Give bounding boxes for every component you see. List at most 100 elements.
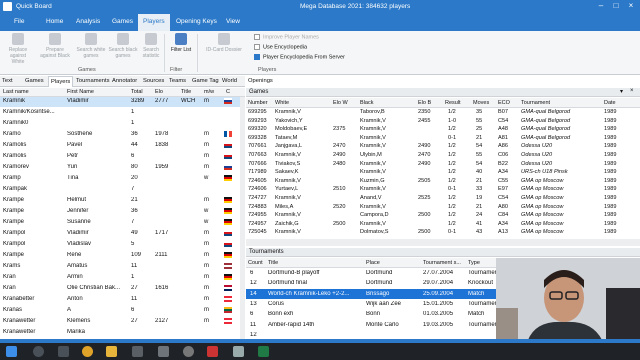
- col-title[interactable]: Title: [268, 260, 278, 266]
- tab-file[interactable]: File: [14, 18, 24, 25]
- tab-game-tag[interactable]: Game Tag: [192, 78, 219, 84]
- app-icon[interactable]: [132, 346, 143, 357]
- player-row[interactable]: Kranawetter Klemens 27 2127 m: [0, 317, 240, 327]
- col-elo[interactable]: Elo: [155, 89, 163, 95]
- tab-annotator[interactable]: Annotator: [112, 78, 137, 84]
- tab-tournaments[interactable]: Tournaments: [76, 78, 110, 84]
- search-icon[interactable]: [33, 346, 44, 357]
- col-type[interactable]: Type: [468, 260, 480, 266]
- windows-start-icon[interactable]: [6, 346, 17, 357]
- tournament-row[interactable]: 13 Corus Wijk aan Zee 15.01.2005 Tournament: [246, 299, 496, 309]
- col-tournament[interactable]: Tournament: [521, 100, 550, 106]
- player-row[interactable]: Kramolis Pavel 44 1838 m: [0, 141, 240, 151]
- player-row[interactable]: Kramp Tina 20 w: [0, 174, 240, 184]
- improve-player-names-checkbox[interactable]: Improve Player Names: [254, 34, 319, 40]
- app-icon[interactable]: [183, 346, 194, 357]
- chevron-down-icon[interactable]: ▾: [620, 88, 623, 95]
- col-total[interactable]: Total: [131, 89, 143, 95]
- col-place[interactable]: Place: [366, 260, 380, 266]
- use-encyclopedia-checkbox[interactable]: Use Encyclopedia: [254, 44, 307, 50]
- maximize-icon[interactable]: □: [609, 1, 623, 13]
- game-row[interactable]: 699293 Yakovich,Y Kramnik,V 2455 1-0 55 C54 GMA…: [246, 117, 636, 126]
- player-row[interactable]: Kranawetter Marika: [0, 328, 240, 338]
- col-start[interactable]: Tournament s...: [423, 260, 461, 266]
- player-row[interactable]: Kramolis Petr 6 m: [0, 152, 240, 162]
- search-white-button[interactable]: Search white games: [76, 33, 106, 65]
- task-view-icon[interactable]: [58, 346, 69, 357]
- col-eco[interactable]: ECO: [498, 100, 510, 106]
- col-country[interactable]: C: [226, 89, 230, 95]
- col-number[interactable]: Number: [248, 100, 268, 106]
- tab-players[interactable]: Players: [138, 14, 170, 31]
- player-row[interactable]: Kran Olie Christian Bak... 27 1616 m: [0, 284, 240, 294]
- tab-text[interactable]: Text: [2, 78, 13, 84]
- col-date[interactable]: Date: [604, 100, 616, 106]
- col-elo-w[interactable]: Elo W: [333, 100, 348, 106]
- player-row[interactable]: Kranabetter Anton 11 m: [0, 295, 240, 305]
- tab-games[interactable]: Games: [112, 18, 133, 25]
- game-row[interactable]: 717989 Sakaev,K Kramnik,V 1/2 40 A34 URS-ch U1…: [246, 168, 636, 177]
- player-row[interactable]: Kramnik0 1: [0, 119, 240, 129]
- tournament-row[interactable]: 11 Amber-rapid 14th Monte Carlo 19.03.2005 T…: [246, 320, 496, 330]
- tab-home[interactable]: Home: [46, 18, 63, 25]
- game-row[interactable]: 724727 Kramnik,V Anand,V 2525 1/2 19 C54 GMA op…: [246, 194, 636, 203]
- player-row[interactable]: Krampe Rene 109 2111 m: [0, 251, 240, 261]
- game-row[interactable]: 699320 Moldobaev,E 2375 Kramnik,V 1/2 25 A48 GM…: [246, 125, 636, 134]
- prepare-black-button[interactable]: Prepare against Black: [40, 33, 70, 65]
- replace-white-button[interactable]: Replace against White: [3, 33, 33, 65]
- tab-teams[interactable]: Teams: [169, 78, 186, 84]
- tab-games-list[interactable]: Games: [25, 78, 44, 84]
- close-icon[interactable]: ×: [630, 88, 634, 94]
- player-row[interactable]: Kran Armin 1 m: [0, 273, 240, 283]
- player-row[interactable]: Kramnik Vladimir 3289 2777 WCH m: [0, 97, 240, 107]
- tab-players-list[interactable]: Players: [48, 76, 74, 87]
- app-icon[interactable]: [158, 346, 169, 357]
- search-black-button[interactable]: Search black games: [108, 33, 138, 65]
- col-white[interactable]: White: [275, 100, 289, 106]
- player-row[interactable]: Krampe Susanne 7 w: [0, 218, 240, 228]
- file-explorer-icon[interactable]: [106, 346, 117, 357]
- game-row[interactable]: 724883 Miles,A 2520 Kramnik,V 1/2 21 A80 GMA op…: [246, 203, 636, 212]
- col-title[interactable]: Title: [181, 89, 191, 95]
- quick-board-icon[interactable]: [3, 2, 12, 11]
- player-row[interactable]: Krampe Helmut 21 m: [0, 196, 240, 206]
- tab-sources[interactable]: Sources: [143, 78, 164, 84]
- tab-openings[interactable]: Openings: [248, 78, 273, 84]
- player-row[interactable]: Krampol Vladislav 5 m: [0, 240, 240, 250]
- tournament-row[interactable]: 12 Dortmund final Dortmund 29.07.2004 Knocko…: [246, 278, 496, 288]
- games-scrollbar[interactable]: [246, 239, 640, 246]
- player-row[interactable]: Krampak 7: [0, 185, 240, 195]
- chrome-icon[interactable]: [82, 346, 93, 357]
- col-first-name[interactable]: First Name: [67, 89, 94, 95]
- encyclopedia-server-checkbox[interactable]: Player Encyclopedia From Server: [254, 54, 345, 60]
- tab-world[interactable]: World: [222, 78, 237, 84]
- game-row[interactable]: 725045 Kramnik,V Dolmatov,S 2500 0-1 43 A13 GMA…: [246, 228, 636, 237]
- game-row[interactable]: 707663 Kramnik,V 2490 Ulybin,M 2470 1/2 55 C06 O…: [246, 151, 636, 160]
- id-card-button[interactable]: ID-Card Dossier: [202, 33, 246, 65]
- player-row[interactable]: Krams Amatus 11 m: [0, 262, 240, 272]
- col-count[interactable]: Count: [248, 260, 263, 266]
- col-elo-b[interactable]: Elo B: [418, 100, 431, 106]
- player-row[interactable]: Krampol Vladimir 49 1717 m: [0, 229, 240, 239]
- tab-opening-keys[interactable]: Opening Keys: [176, 18, 217, 25]
- player-row[interactable]: Kramorev Yuri 80 1959 m: [0, 163, 240, 173]
- chess-app-icon[interactable]: [207, 346, 218, 357]
- game-row[interactable]: 707661 Janjgava,L 2470 Kramnik,V 2490 1/2 54 A8…: [246, 142, 636, 151]
- game-row[interactable]: 724955 Kramnik,V Campora,D 2500 1/2 24 C84 GMA …: [246, 211, 636, 220]
- filter-list-button[interactable]: Filter List: [166, 33, 196, 65]
- search-statistic-button[interactable]: Search statistic: [136, 33, 166, 65]
- player-row[interactable]: Kranas A 6 m: [0, 306, 240, 316]
- col-last-name[interactable]: Last name: [3, 89, 29, 95]
- players-scrollbar[interactable]: [240, 97, 245, 339]
- quick-board-label[interactable]: Quick Board: [16, 3, 52, 10]
- close-icon[interactable]: ×: [624, 1, 638, 13]
- player-row[interactable]: Krampe Jennifer 36 w: [0, 207, 240, 217]
- player-row[interactable]: Kramo Sosthene 36 1978 m: [0, 130, 240, 140]
- tab-view[interactable]: View: [226, 18, 240, 25]
- minimize-icon[interactable]: –: [594, 1, 608, 13]
- game-row[interactable]: 724606 Yurtaev,L 2510 Kramnik,V 0-1 33 E97 GMA …: [246, 185, 636, 194]
- tournament-row[interactable]: 14 World-ch Kramnik-Leko +2-2... Brissago 2…: [246, 288, 496, 299]
- game-row[interactable]: 707666 Tiviakov,S 2480 Kramnik,V 2490 1/2 54 B2…: [246, 160, 636, 169]
- tournament-row[interactable]: 6 Dortmund-B playoff Dortmund 27.07.2004 Tou…: [246, 268, 496, 278]
- excel-icon[interactable]: [258, 346, 269, 357]
